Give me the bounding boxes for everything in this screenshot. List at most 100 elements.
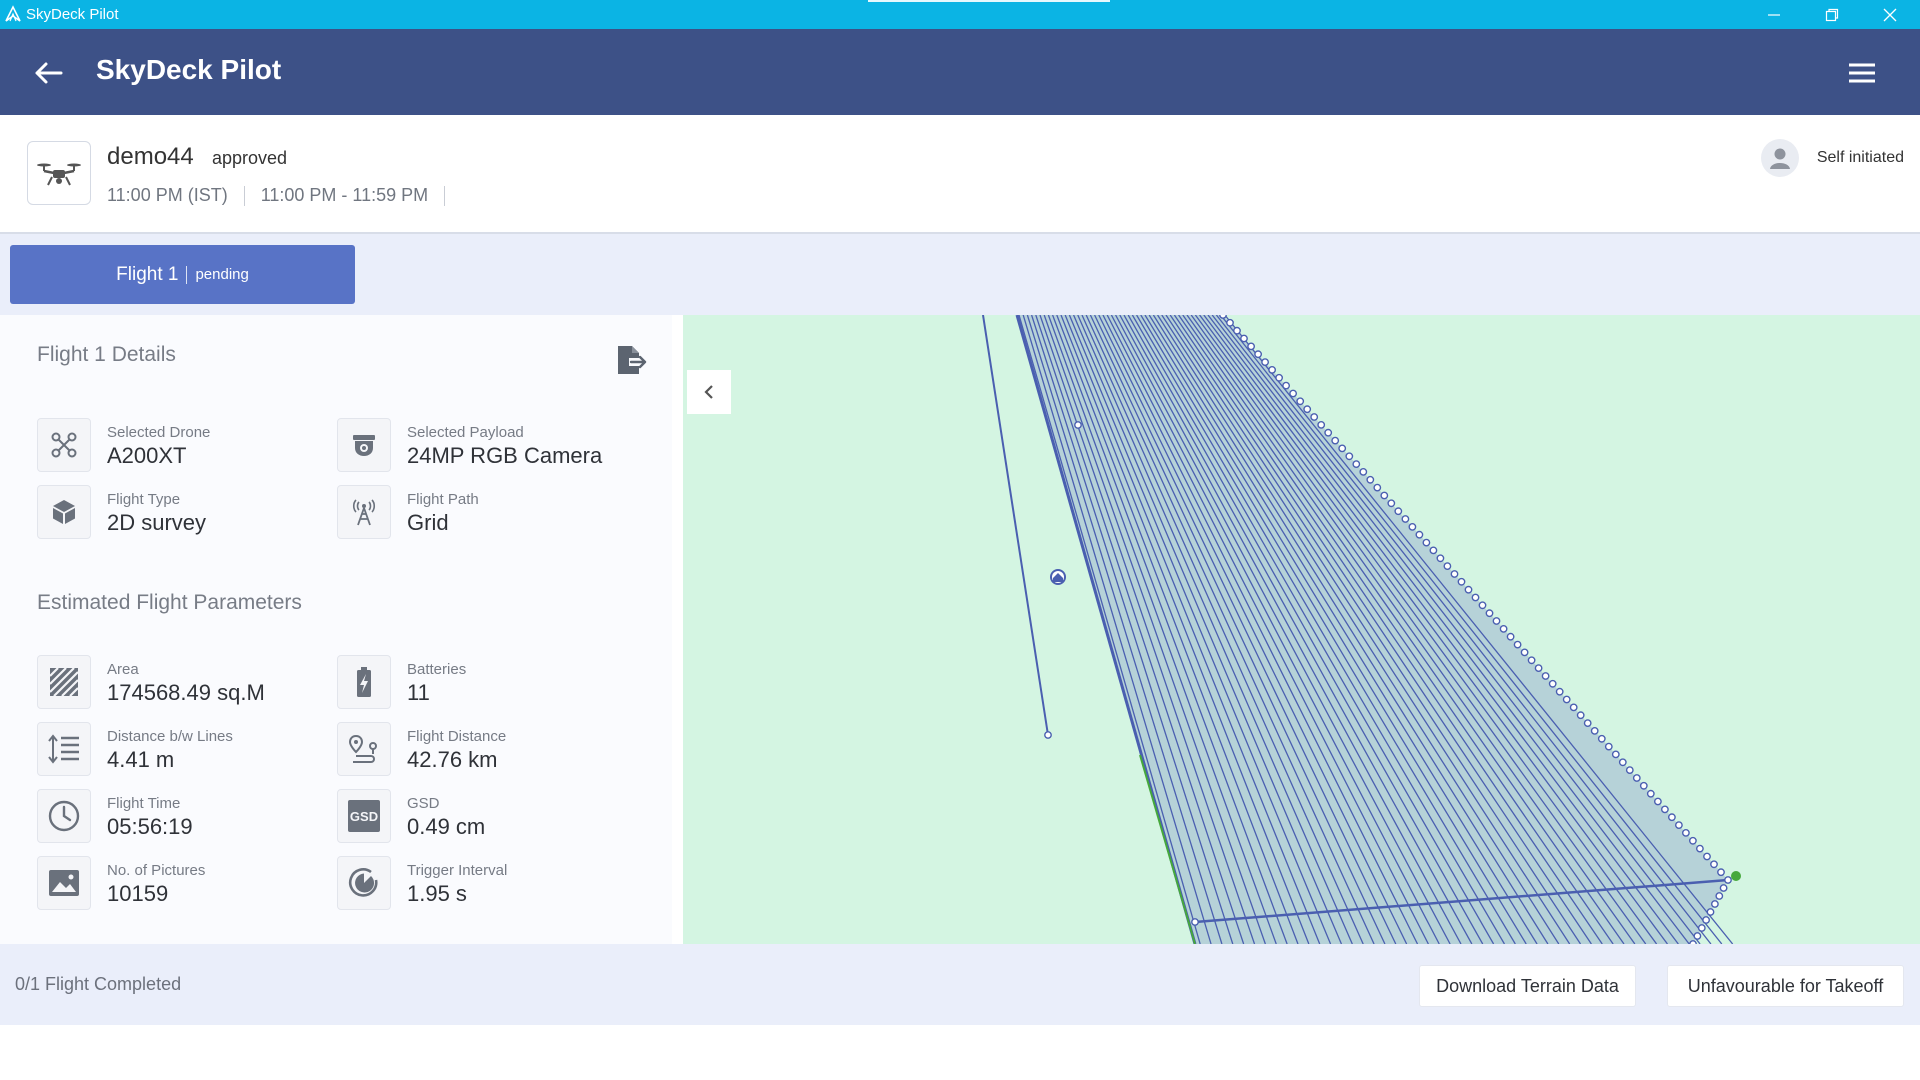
back-button[interactable]: [28, 55, 68, 91]
user-avatar-icon: [1769, 148, 1790, 169]
param-icon-box: [337, 722, 391, 776]
export-button[interactable]: [613, 342, 651, 378]
waypoint: [1604, 742, 1613, 751]
arrow-left-icon: [35, 62, 63, 84]
waypoint: [1611, 750, 1620, 759]
param-value: 2D survey: [107, 510, 207, 535]
waypoint: [1296, 397, 1305, 406]
param-value: Grid: [407, 510, 449, 535]
mission-footer: 0/1 Flight Completed Download Terrain Da…: [0, 944, 1920, 1025]
waypoint: [1562, 695, 1571, 704]
waypoint: [1520, 648, 1529, 657]
waypoint: [1719, 884, 1728, 892]
app-logo-icon: [5, 5, 21, 22]
mission-time-window: 11:00 PM - 11:59 PM: [260, 185, 429, 205]
tab-flight-1[interactable]: Flight 1 pending: [10, 245, 355, 304]
param-icon-box: [337, 856, 391, 910]
mission-header: demo44 approved 11:00 PM (IST) 11:00 PM …: [0, 115, 1920, 234]
param-pictures: No. of Pictures 10159: [37, 856, 327, 912]
param-value: 0.49 cm: [407, 814, 486, 839]
waypoint: [1541, 672, 1550, 680]
waypoint: [1668, 813, 1676, 822]
export-file-icon: [618, 346, 647, 374]
param-icon-box: [37, 485, 91, 539]
waypoint: [1711, 900, 1719, 908]
waypoint: [1380, 491, 1389, 500]
flight-details-title: Flight 1 Details: [37, 343, 176, 366]
waypoint: [1268, 366, 1276, 374]
flight-progress-text: 0/1 Flight Completed: [15, 974, 182, 994]
collapse-panel-button[interactable]: [687, 370, 731, 414]
titlebar-drag-indicator: [868, 0, 1110, 2]
minimize-icon: [1768, 13, 1780, 16]
param-value: 4.41 m: [107, 747, 175, 772]
waypoint: [1724, 876, 1732, 884]
download-terrain-button[interactable]: Download Terrain Data: [1419, 965, 1636, 1007]
gsd-icon: GSD: [348, 800, 380, 832]
waypoint: [1625, 766, 1634, 774]
waypoint: [1527, 656, 1536, 665]
waypoint: [1675, 821, 1683, 829]
waypoint: [1569, 703, 1578, 712]
param-value: 05:56:19: [107, 814, 193, 839]
image-icon: [49, 870, 79, 896]
param-icon-box: [37, 655, 91, 709]
waypoint: [1191, 918, 1199, 926]
param-label: Flight Path: [407, 491, 479, 508]
area-hatch-icon: [49, 667, 79, 697]
waypoint: [1457, 577, 1466, 586]
menu-button[interactable]: [1842, 55, 1882, 91]
waypoint: [1697, 924, 1706, 932]
param-icon-box: GSD: [337, 789, 391, 843]
restore-button[interactable]: [1803, 0, 1861, 29]
waypoint: [1499, 624, 1508, 633]
flight-details-panel: Flight 1 Details Selected Drone A200XT S…: [0, 315, 672, 944]
waypoint: [1478, 601, 1487, 610]
waypoint: [1661, 805, 1669, 814]
param-value: A200XT: [107, 443, 187, 468]
param-label: Flight Distance: [407, 728, 507, 745]
minimize-button[interactable]: [1745, 0, 1803, 29]
quadcopter-icon: [51, 432, 77, 458]
waypoint: [1492, 617, 1501, 625]
home-marker-icon[interactable]: [1050, 569, 1066, 585]
mission-name: demo44: [107, 143, 194, 170]
waypoint: [1715, 892, 1724, 900]
waypoint: [1534, 664, 1543, 672]
param-gsd: GSD GSD 0.49 cm: [337, 789, 627, 845]
param-label: GSD: [407, 795, 440, 812]
waypoint: [1702, 916, 1710, 924]
waypoint: [1289, 389, 1297, 398]
param-value: 10159: [107, 881, 169, 906]
param-label: Batteries: [407, 661, 467, 678]
waypoint: [1590, 726, 1599, 735]
waypoint: [1275, 373, 1283, 382]
flight-map[interactable]: [683, 315, 1920, 944]
takeoff-point-marker[interactable]: [1731, 871, 1741, 881]
waypoint: [1696, 844, 1704, 853]
waypoint: [1359, 467, 1368, 476]
close-window-button[interactable]: [1861, 0, 1919, 29]
param-label: Trigger Interval: [407, 862, 508, 879]
hamburger-menu-icon: [1849, 63, 1875, 83]
param-line-distance: Distance b/w Lines 4.41 m: [37, 722, 327, 778]
waypoint: [1555, 687, 1564, 696]
waypoint: [1464, 585, 1473, 594]
param-icon-box: [37, 789, 91, 843]
param-label: Flight Type: [107, 491, 181, 508]
waypoint: [1373, 483, 1382, 492]
param-icon-box: [337, 655, 391, 709]
mission-status: approved: [212, 148, 288, 168]
waypoint: [1226, 318, 1234, 327]
close-icon: [1883, 8, 1897, 21]
param-value: 24MP RGB Camera: [407, 443, 603, 468]
takeoff-status-button[interactable]: Unfavourable for Takeoff: [1667, 965, 1904, 1007]
waypoint: [1548, 679, 1557, 688]
cube-icon: [53, 500, 75, 524]
avatar: [1760, 139, 1799, 177]
waypoint: [1710, 860, 1718, 869]
waypoint: [1074, 421, 1082, 429]
app-title: SkyDeck Pilot: [96, 54, 282, 85]
waypoint: [1706, 908, 1715, 916]
waypoint: [1401, 515, 1410, 523]
